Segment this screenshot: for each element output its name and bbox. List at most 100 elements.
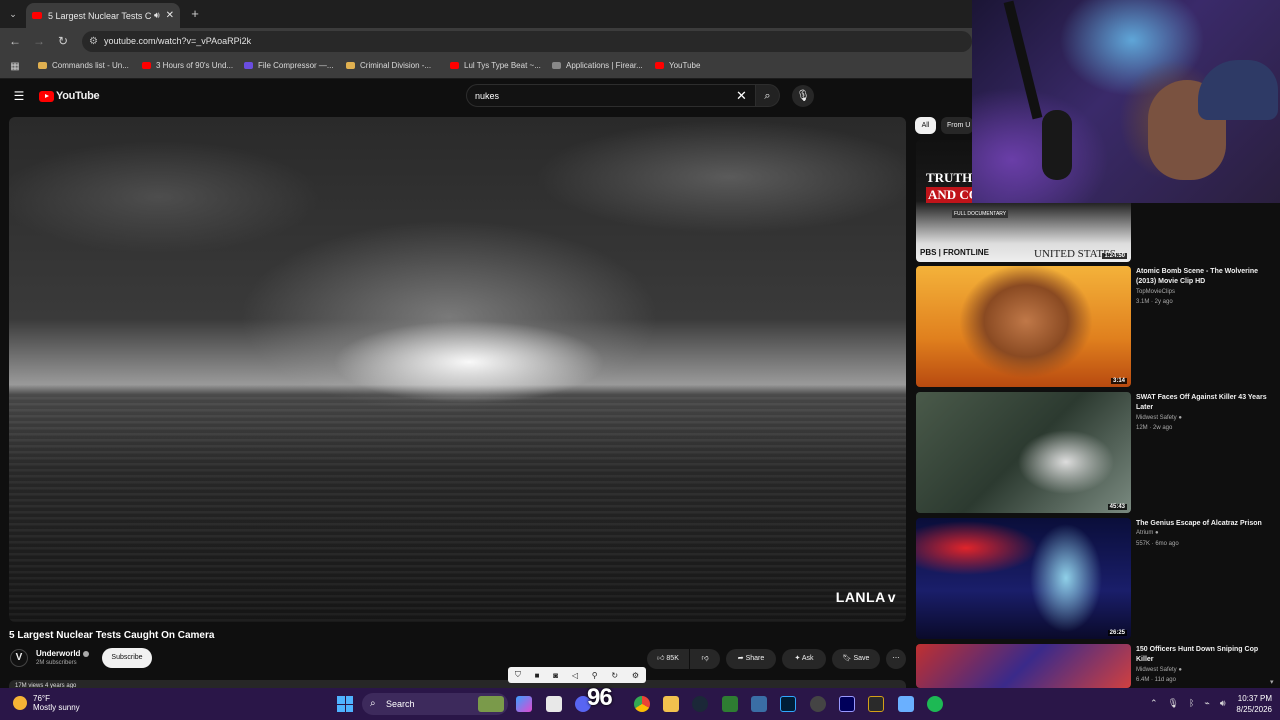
photoshop-icon[interactable] bbox=[780, 696, 796, 712]
bluetooth-icon[interactable]: ᛒ bbox=[1189, 698, 1194, 709]
rec-thumbnail[interactable] bbox=[916, 644, 1131, 688]
speaker-icon[interactable]: ◁ bbox=[572, 671, 578, 680]
bookmark-item[interactable]: File Compressor —... bbox=[244, 61, 334, 70]
chip-from-uploader[interactable]: From U bbox=[941, 117, 973, 134]
windows-start-icon[interactable] bbox=[337, 696, 353, 712]
premiere-icon[interactable] bbox=[839, 696, 855, 712]
youtube-play-icon bbox=[39, 90, 54, 102]
bookmark-label: Commands list - Un... bbox=[52, 61, 129, 70]
search-icon: ⌕ bbox=[764, 90, 771, 102]
new-tab-button[interactable]: + bbox=[186, 5, 204, 23]
taskbar-search-label: Search bbox=[386, 699, 415, 709]
search-input[interactable]: nukes bbox=[466, 84, 756, 107]
bookmark-item[interactable]: YouTube bbox=[655, 61, 700, 70]
thumb-tag: FULL DOCUMENTARY bbox=[952, 210, 1009, 218]
camera-icon[interactable]: ◙ bbox=[553, 671, 558, 680]
refresh-icon[interactable]: ↻ bbox=[611, 671, 618, 680]
share-button[interactable]: ➦ Share bbox=[726, 649, 776, 669]
video-frame-ocean bbox=[9, 397, 906, 622]
scroll-down-icon[interactable]: ▾ bbox=[1270, 678, 1274, 686]
watermark-logo-icon: v bbox=[887, 589, 896, 605]
bookmark-favicon-icon bbox=[244, 62, 253, 69]
spotify-icon[interactable] bbox=[927, 696, 943, 712]
rec-title[interactable]: Atomic Bomb Scene - The Wolverine (2013)… bbox=[1136, 267, 1271, 287]
shield-icon[interactable]: ⛉ bbox=[515, 670, 521, 680]
rec-title[interactable]: SWAT Faces Off Against Killer 43 Years L… bbox=[1136, 393, 1271, 413]
bookmark-item[interactable]: Applications | Firear... bbox=[552, 61, 643, 70]
bookmark-item[interactable]: Lul Tys Type Beat ~... bbox=[450, 61, 541, 70]
browser-tab-active[interactable]: 5 Largest Nuclear Tests Cau 🔊︎ ✕ bbox=[26, 3, 180, 28]
notepad-icon[interactable] bbox=[898, 696, 914, 712]
save-button[interactable]: 🔖︎ Save bbox=[832, 649, 880, 669]
rec-channel[interactable]: Atrium ● bbox=[1136, 530, 1159, 536]
steam-icon[interactable] bbox=[692, 696, 708, 712]
copilot-icon[interactable] bbox=[516, 696, 532, 712]
video-camera-icon[interactable]: ■ bbox=[535, 671, 540, 680]
voice-search-button[interactable]: 🎙︎ bbox=[792, 85, 814, 107]
video-player[interactable]: LANLA v bbox=[9, 117, 906, 622]
taskbar-clock[interactable]: 10:37 PM 8/25/2026 bbox=[1224, 693, 1272, 715]
youtube-logo-text: YouTube bbox=[56, 90, 100, 102]
bookmark-label: 3 Hours of 90's Und... bbox=[156, 61, 234, 70]
settings-gear-icon[interactable]: ⚙ bbox=[632, 671, 639, 680]
apps-grid-icon[interactable]: ▦ bbox=[6, 58, 24, 76]
search-highlight-icon[interactable] bbox=[478, 696, 504, 712]
rec-title[interactable]: The Genius Escape of Alcatraz Prison bbox=[1136, 519, 1271, 529]
rec-meta: 557K · 6mo ago bbox=[1136, 541, 1179, 547]
rec-thumbnail[interactable]: 45:43 bbox=[916, 392, 1131, 513]
youtube-logo[interactable]: YouTube bbox=[39, 90, 100, 102]
back-arrow-icon[interactable]: ← bbox=[6, 32, 24, 50]
rec-channel[interactable]: TopMovieClips bbox=[1136, 289, 1175, 295]
notion-icon[interactable] bbox=[546, 696, 562, 712]
tab-search-icon[interactable]: ⌄ bbox=[4, 5, 22, 23]
channel-avatar[interactable]: V bbox=[10, 649, 28, 667]
rec-thumbnail[interactable]: 3:14 bbox=[916, 266, 1131, 387]
microphone-icon: 🎙︎ bbox=[796, 90, 810, 102]
more-actions-button[interactable]: ⋯ bbox=[886, 649, 906, 669]
network-icon[interactable]: ⌁ bbox=[1204, 698, 1209, 709]
ask-button[interactable]: ✦ Ask bbox=[782, 649, 826, 669]
bookmark-item[interactable]: Criminal Division -... bbox=[346, 61, 431, 70]
weather-widget[interactable]: 76°F Mostly sunny bbox=[13, 694, 80, 712]
app-icon[interactable] bbox=[868, 696, 884, 712]
dislike-button[interactable]: 👎︎ bbox=[690, 649, 720, 669]
rec-meta: 3.1M · 2y ago bbox=[1136, 299, 1173, 305]
rec-title[interactable]: 150 Officers Hunt Down Sniping Cop Kille… bbox=[1136, 645, 1271, 665]
app-icon[interactable] bbox=[810, 696, 826, 712]
audio-playing-icon[interactable]: 🔊︎ bbox=[154, 10, 160, 21]
rec-channel[interactable]: Midwest Safety ● bbox=[1136, 667, 1182, 673]
excel-icon[interactable] bbox=[722, 696, 738, 712]
reload-icon[interactable]: ↻ bbox=[54, 32, 72, 50]
subscribe-button[interactable]: Subscribe bbox=[102, 648, 152, 668]
microphone-icon[interactable]: 🎙︎ bbox=[1168, 698, 1179, 709]
bookmark-label: File Compressor —... bbox=[258, 61, 334, 70]
site-info-icon[interactable]: ⚙ bbox=[89, 31, 98, 52]
capture-toolbar: ⛉ ■ ◙ ◁ ⚲ ↻ ⚙ bbox=[508, 667, 646, 683]
file-explorer-icon[interactable] bbox=[663, 696, 679, 712]
rec-meta: 12M · 2w ago bbox=[1136, 425, 1173, 431]
rec-channel[interactable]: Midwest Safety ● bbox=[1136, 415, 1182, 421]
bookmark-favicon-icon bbox=[655, 62, 664, 69]
search-button[interactable]: ⌕ bbox=[756, 84, 780, 107]
weather-temp: 76°F bbox=[33, 694, 50, 703]
chip-all[interactable]: All bbox=[915, 117, 936, 134]
channel-name[interactable]: Underworld bbox=[36, 649, 90, 658]
search-clear-icon[interactable]: ✕ bbox=[736, 88, 747, 104]
streamer-cap bbox=[1198, 60, 1278, 120]
menu-hamburger-icon[interactable]: ☰ bbox=[10, 87, 28, 105]
photos-icon[interactable] bbox=[751, 696, 767, 712]
tab-close-icon[interactable]: ✕ bbox=[166, 10, 174, 21]
chevron-up-icon[interactable]: ⌃ bbox=[1150, 698, 1158, 709]
forward-arrow-icon[interactable]: → bbox=[30, 32, 48, 50]
bookmark-label: Criminal Division -... bbox=[360, 61, 432, 70]
sparkle-icon: ✦ bbox=[794, 655, 801, 662]
channel-name-text: Underworld bbox=[36, 649, 81, 658]
address-bar[interactable]: ⚙ youtube.com/watch?v=_vPAoaRPi2k bbox=[82, 31, 972, 52]
rec-thumbnail[interactable]: 26:25 bbox=[916, 518, 1131, 639]
bookmark-favicon-icon bbox=[142, 62, 151, 69]
pin-icon[interactable]: ⚲ bbox=[592, 671, 598, 680]
bookmark-item[interactable]: Commands list - Un... bbox=[38, 61, 129, 70]
like-button[interactable]: 👍︎ 85K bbox=[647, 649, 689, 669]
chrome-icon[interactable] bbox=[634, 696, 650, 712]
bookmark-item[interactable]: 3 Hours of 90's Und... bbox=[142, 61, 233, 70]
